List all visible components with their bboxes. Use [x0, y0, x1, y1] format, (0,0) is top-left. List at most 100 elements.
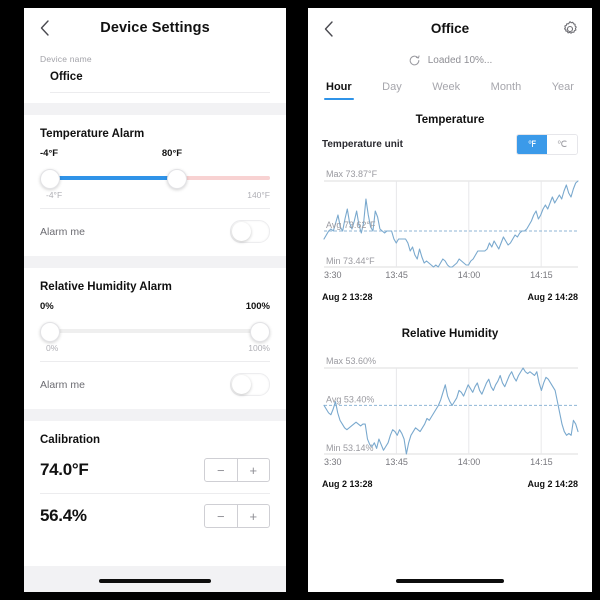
page-title: Device Settings: [100, 20, 210, 36]
calibration-humidity-stepper[interactable]: − +: [204, 504, 270, 528]
svg-text:14:15: 14:15: [530, 457, 553, 467]
chevron-left-icon: [40, 20, 49, 36]
tab-day[interactable]: Day: [382, 81, 402, 102]
svg-text:Min 53.14%: Min 53.14%: [326, 443, 374, 453]
increment-button[interactable]: +: [238, 505, 270, 527]
device-name-label: Device name: [40, 54, 92, 64]
temperature-range-max: 140°F: [247, 190, 270, 200]
humidity-alarm-toggle-row[interactable]: Alarm me: [24, 362, 286, 409]
right-navbar: Office: [308, 8, 592, 50]
calibration-row-temperature: 74.0°F − +: [24, 448, 286, 493]
device-title: Office: [430, 21, 470, 36]
left-navbar: Device Settings: [24, 8, 286, 48]
humidity-slider-low-knob[interactable]: [40, 322, 60, 342]
loading-text: Loaded 10%...: [427, 55, 493, 66]
temperature-chart-section: Temperature Temperature unit ℉ ℃ Max 73.…: [308, 102, 592, 302]
temperature-range-slider[interactable]: -4°F 80°F -4°F 140°F: [24, 142, 286, 208]
decrement-button[interactable]: −: [205, 505, 237, 527]
svg-text:Avg 73.62°F: Avg 73.62°F: [326, 220, 376, 230]
humidity-slider-track: [44, 329, 270, 333]
chevron-left-icon: [324, 21, 333, 37]
home-indicator: [99, 579, 211, 583]
svg-text:3:30: 3:30: [324, 457, 342, 467]
device-name-underline: [50, 92, 270, 93]
unit-option-celsius[interactable]: ℃: [547, 135, 577, 154]
back-button[interactable]: [36, 17, 54, 39]
range-start: Aug 2 13:28: [322, 292, 373, 302]
humidity-range-min: 0%: [46, 343, 59, 353]
calibration-title: Calibration: [40, 434, 101, 446]
tab-month[interactable]: Month: [491, 81, 522, 102]
settings-button[interactable]: [560, 19, 580, 44]
humidity-low-value: 0%: [40, 301, 54, 312]
range-end: Aug 2 14:28: [527, 479, 578, 489]
calibration-temperature-value: 74.0°F: [40, 460, 89, 479]
calibration-section: Calibration 74.0°F − + 56.4% − +: [24, 421, 286, 539]
home-indicator: [396, 579, 504, 583]
temperature-unit-label: Temperature unit: [322, 139, 403, 150]
humidity-chart-title: Relative Humidity: [401, 328, 499, 340]
calibration-temperature-stepper[interactable]: − +: [204, 458, 270, 482]
device-name-input[interactable]: Office: [50, 71, 270, 83]
loading-status: Loaded 10%...: [308, 50, 592, 73]
toggle-knob: [232, 222, 251, 241]
temperature-slider-fill: [58, 176, 174, 180]
temperature-alarm-toggle-row[interactable]: Alarm me: [24, 209, 286, 256]
temperature-slider-high-knob[interactable]: [166, 169, 187, 189]
svg-text:3:30: 3:30: [324, 270, 342, 280]
increment-button[interactable]: +: [238, 459, 270, 481]
humidity-chart-range: Aug 2 13:28 Aug 2 14:28: [308, 478, 592, 489]
section-divider: [24, 409, 286, 421]
humidity-range-max: 100%: [248, 343, 270, 353]
humidity-alarm-section: Relative Humidity Alarm 0% 100% 0% 100%: [24, 268, 286, 409]
svg-text:14:00: 14:00: [458, 270, 481, 280]
range-start: Aug 2 13:28: [322, 479, 373, 489]
temperature-range-min: -4°F: [46, 190, 63, 200]
humidity-range-slider[interactable]: 0% 100% 0% 100%: [24, 295, 286, 361]
svg-text:Max 53.60%: Max 53.60%: [326, 356, 376, 366]
humidity-range-bounds: 0% 100%: [40, 343, 270, 357]
temperature-unit-toggle[interactable]: ℉ ℃: [516, 134, 578, 155]
range-end: Aug 2 14:28: [527, 292, 578, 302]
humidity-alarm-toggle[interactable]: [230, 373, 270, 396]
calibration-humidity-value: 56.4%: [40, 506, 87, 525]
temperature-alarm-title: Temperature Alarm: [40, 128, 145, 140]
decrement-button[interactable]: −: [205, 459, 237, 481]
toggle-knob: [232, 375, 251, 394]
temperature-chart[interactable]: Max 73.87°F Avg 73.62°F Min 73.44°F 3:30 13:…: [316, 163, 584, 291]
device-settings-screen: Device Settings Device name Office Tempe…: [24, 8, 286, 592]
gear-icon: [563, 21, 577, 34]
tab-hour[interactable]: Hour: [324, 81, 354, 102]
back-button[interactable]: [320, 18, 338, 40]
tab-year[interactable]: Year: [552, 81, 574, 102]
temperature-range-bounds: -4°F 140°F: [40, 190, 270, 204]
svg-text:Max 73.87°F: Max 73.87°F: [326, 169, 378, 179]
temperature-low-value: -4°F: [40, 148, 59, 159]
humidity-chart[interactable]: Max 53.60% Avg 53.40% Min 53.14% 3:30 13:45 1…: [316, 350, 584, 478]
unit-option-fahrenheit[interactable]: ℉: [517, 135, 547, 154]
humidity-alarm-title: Relative Humidity Alarm: [40, 281, 172, 293]
svg-text:14:00: 14:00: [458, 457, 481, 467]
humidity-slider-high-knob[interactable]: [250, 322, 270, 342]
section-divider: [24, 103, 286, 115]
humidity-chart-section: Relative Humidity Max 53.60% Avg 53.40% Mi…: [308, 316, 592, 489]
svg-text:Min 73.44°F: Min 73.44°F: [326, 256, 375, 266]
svg-text:14:15: 14:15: [530, 270, 553, 280]
calibration-row-humidity: 56.4% − +: [24, 494, 286, 539]
temperature-chart-svg: Max 73.87°F Avg 73.62°F Min 73.44°F 3:30 13:…: [323, 169, 579, 280]
temperature-alarm-toggle[interactable]: [230, 220, 270, 243]
temperature-chart-title: Temperature: [415, 114, 485, 126]
temperature-high-value: 80°F: [161, 148, 183, 159]
temperature-slider-low-knob[interactable]: [40, 169, 60, 189]
humidity-range-values: 0% 100%: [40, 301, 270, 317]
humidity-slider-track-row[interactable]: [40, 319, 270, 343]
refresh-icon: [409, 55, 420, 66]
temperature-slider-unfilled: [173, 176, 270, 180]
temperature-slider-track-row[interactable]: [40, 166, 270, 190]
tab-week[interactable]: Week: [432, 81, 460, 102]
temperature-alarm-label: Alarm me: [40, 225, 85, 238]
temperature-chart-range: Aug 2 13:28 Aug 2 14:28: [308, 291, 592, 302]
humidity-high-value: 100%: [245, 301, 270, 312]
svg-text:13:45: 13:45: [385, 270, 408, 280]
device-name-section: Device name Office: [24, 48, 286, 103]
